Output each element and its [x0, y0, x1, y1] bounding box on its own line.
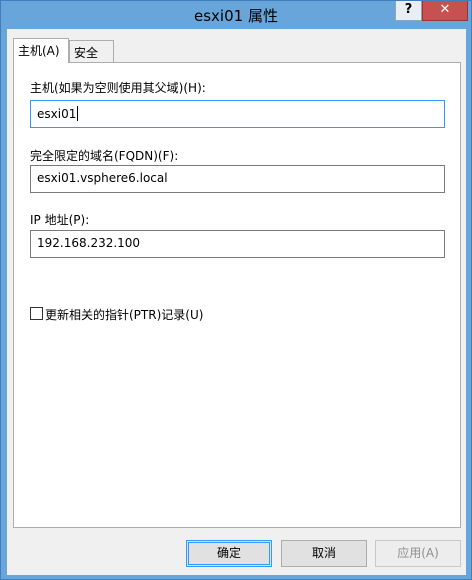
- dialog-client-area: 主机(A) 安全 主机(如果为空则使用其父域)(H): esxi01 完全限定的…: [7, 29, 466, 575]
- host-field[interactable]: esxi01: [30, 100, 445, 128]
- tab-host[interactable]: 主机(A): [13, 38, 69, 63]
- ptr-checkbox[interactable]: [30, 307, 43, 320]
- host-field-value: esxi01: [37, 107, 77, 121]
- ip-field[interactable]: 192.168.232.100: [30, 230, 445, 258]
- tab-security[interactable]: 安全: [69, 40, 114, 62]
- fqdn-label: 完全限定的域名(FQDN)(F):: [30, 149, 179, 163]
- ip-field-value: 192.168.232.100: [37, 236, 141, 250]
- host-label: 主机(如果为空则使用其父域)(H):: [30, 81, 206, 95]
- ip-label: IP 地址(P):: [30, 213, 90, 227]
- ptr-checkbox-label: 更新相关的指针(PTR)记录(U): [45, 308, 204, 322]
- cancel-button[interactable]: 取消: [281, 540, 367, 567]
- close-button[interactable]: ✕: [422, 1, 468, 21]
- apply-button[interactable]: 应用(A): [375, 540, 461, 567]
- fqdn-field[interactable]: esxi01.vsphere6.local: [30, 165, 445, 193]
- help-button[interactable]: ?: [395, 1, 422, 21]
- ok-button-focus-ring: [188, 542, 270, 565]
- text-caret: [77, 106, 79, 121]
- title-bar[interactable]: esxi01 属性 ? ✕: [1, 1, 471, 28]
- tab-panel-host: 主机(如果为空则使用其父域)(H): esxi01 完全限定的域名(FQDN)(…: [13, 62, 461, 528]
- properties-dialog: esxi01 属性 ? ✕ 主机(A) 安全 主机(如果为空则使用其父域)(H)…: [0, 0, 472, 580]
- close-icon: ✕: [439, 2, 451, 17]
- ok-button[interactable]: 确定: [186, 540, 272, 567]
- fqdn-field-value: esxi01.vsphere6.local: [37, 171, 168, 185]
